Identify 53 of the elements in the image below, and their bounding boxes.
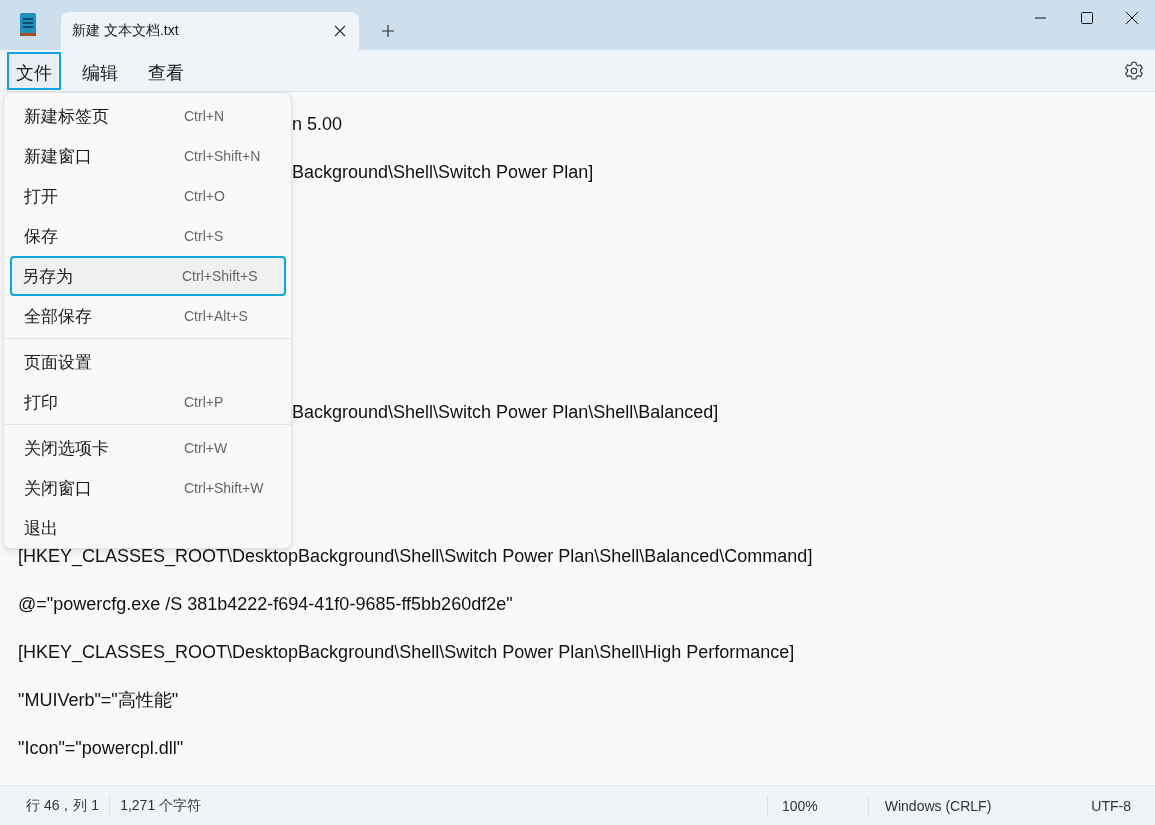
menu-item[interactable]: 全部保存 Ctrl+Alt+S [8,296,287,336]
shortcut-label: Ctrl+O [184,188,225,204]
menu-bar-item[interactable]: 编辑 [73,51,127,90]
shortcut-label: Ctrl+P [184,394,224,410]
menu-item-label: 新建标签页 [24,105,110,128]
character-count: 1,271 个字符 [119,796,203,815]
shortcut-label: Ctrl+N [184,108,225,124]
menu-bar-item[interactable]: 文件 [7,51,61,90]
menu-item-label: 另存为 [22,265,74,288]
text-line: n 5.00 [292,113,343,136]
zoom-level: 100% [780,797,819,814]
text-line: @="powercfg.exe /S 381b4222-f694-41f0-9685-ff5bb260df2e" [18,593,513,616]
text-line: Background\Shell\Switch Power Plan\Shell\Balanced] [292,401,719,424]
menu-item-label: 保存 [24,225,59,248]
text-line: Background\Shell\Switch Power Plan] [292,161,594,184]
menu-item-label: 全部保存 [24,305,93,328]
text-line: [HKEY_CLASSES_ROOT\DesktopBackground\Shell\Switch Power Plan\Shell\Balanced\Command] [18,545,813,569]
menu-item-label: 关闭选项卡 [24,437,110,460]
menu-item[interactable]: 页面设置 [8,342,287,382]
encoding: UTF-8 [1091,797,1132,814]
menu-item-label: 打印 [24,391,59,414]
cursor-position: 行 46，列 1 [25,796,101,815]
text-line: [HKEY_CLASSES_ROOT\DesktopBackground\Shell\Switch Power Plan\Shell\High Performance] [18,641,795,665]
menu-item[interactable]: 打印 Ctrl+P [8,382,287,422]
menu-item[interactable]: 新建窗口 Ctrl+Shift+N [8,136,287,176]
menu-item[interactable]: 保存 Ctrl+S [8,216,287,256]
line-ending: Windows (CRLF) [883,797,993,814]
shortcut-label: Ctrl+Shift+N [184,148,261,164]
menu-item[interactable]: 打开 Ctrl+O [8,176,287,216]
menu-item[interactable]: 关闭窗口 Ctrl+Shift+W [8,468,287,508]
menu-item[interactable]: 退出 [8,508,287,548]
menu-item[interactable]: 关闭选项卡 Ctrl+W [8,428,287,468]
menu-item-label: 页面设置 [24,351,93,374]
menu-item-label: 打开 [24,185,59,208]
text-line: "Icon"="powercpl.dll" [18,737,184,760]
menu-item[interactable]: 另存为 Ctrl+Shift+S [10,256,286,296]
settings-icon[interactable] [1123,59,1145,82]
menu-item-label: 新建窗口 [24,145,93,168]
shortcut-label: Ctrl+S [184,228,224,244]
shortcut-label: Ctrl+Alt+S [184,308,248,324]
tab-title: 新建 文本文档.txt [72,22,180,40]
shortcut-label: Ctrl+Shift+W [184,480,264,496]
new-tab-icon[interactable] [381,24,395,38]
menu-item-label: 退出 [24,517,59,540]
close-tab-icon[interactable] [333,24,347,38]
shortcut-label: Ctrl+Shift+S [182,268,258,284]
menu-bar-item[interactable]: 查看 [139,51,193,90]
menu-item[interactable]: 新建标签页 Ctrl+N [8,96,287,136]
text-line: "MUIVerb"="高性能" [18,689,179,712]
shortcut-label: Ctrl+W [184,440,228,456]
notepad-icon [17,11,39,37]
menu-item-label: 关闭窗口 [24,477,93,500]
document-tab[interactable]: 新建 文本文档.txt [61,12,359,50]
